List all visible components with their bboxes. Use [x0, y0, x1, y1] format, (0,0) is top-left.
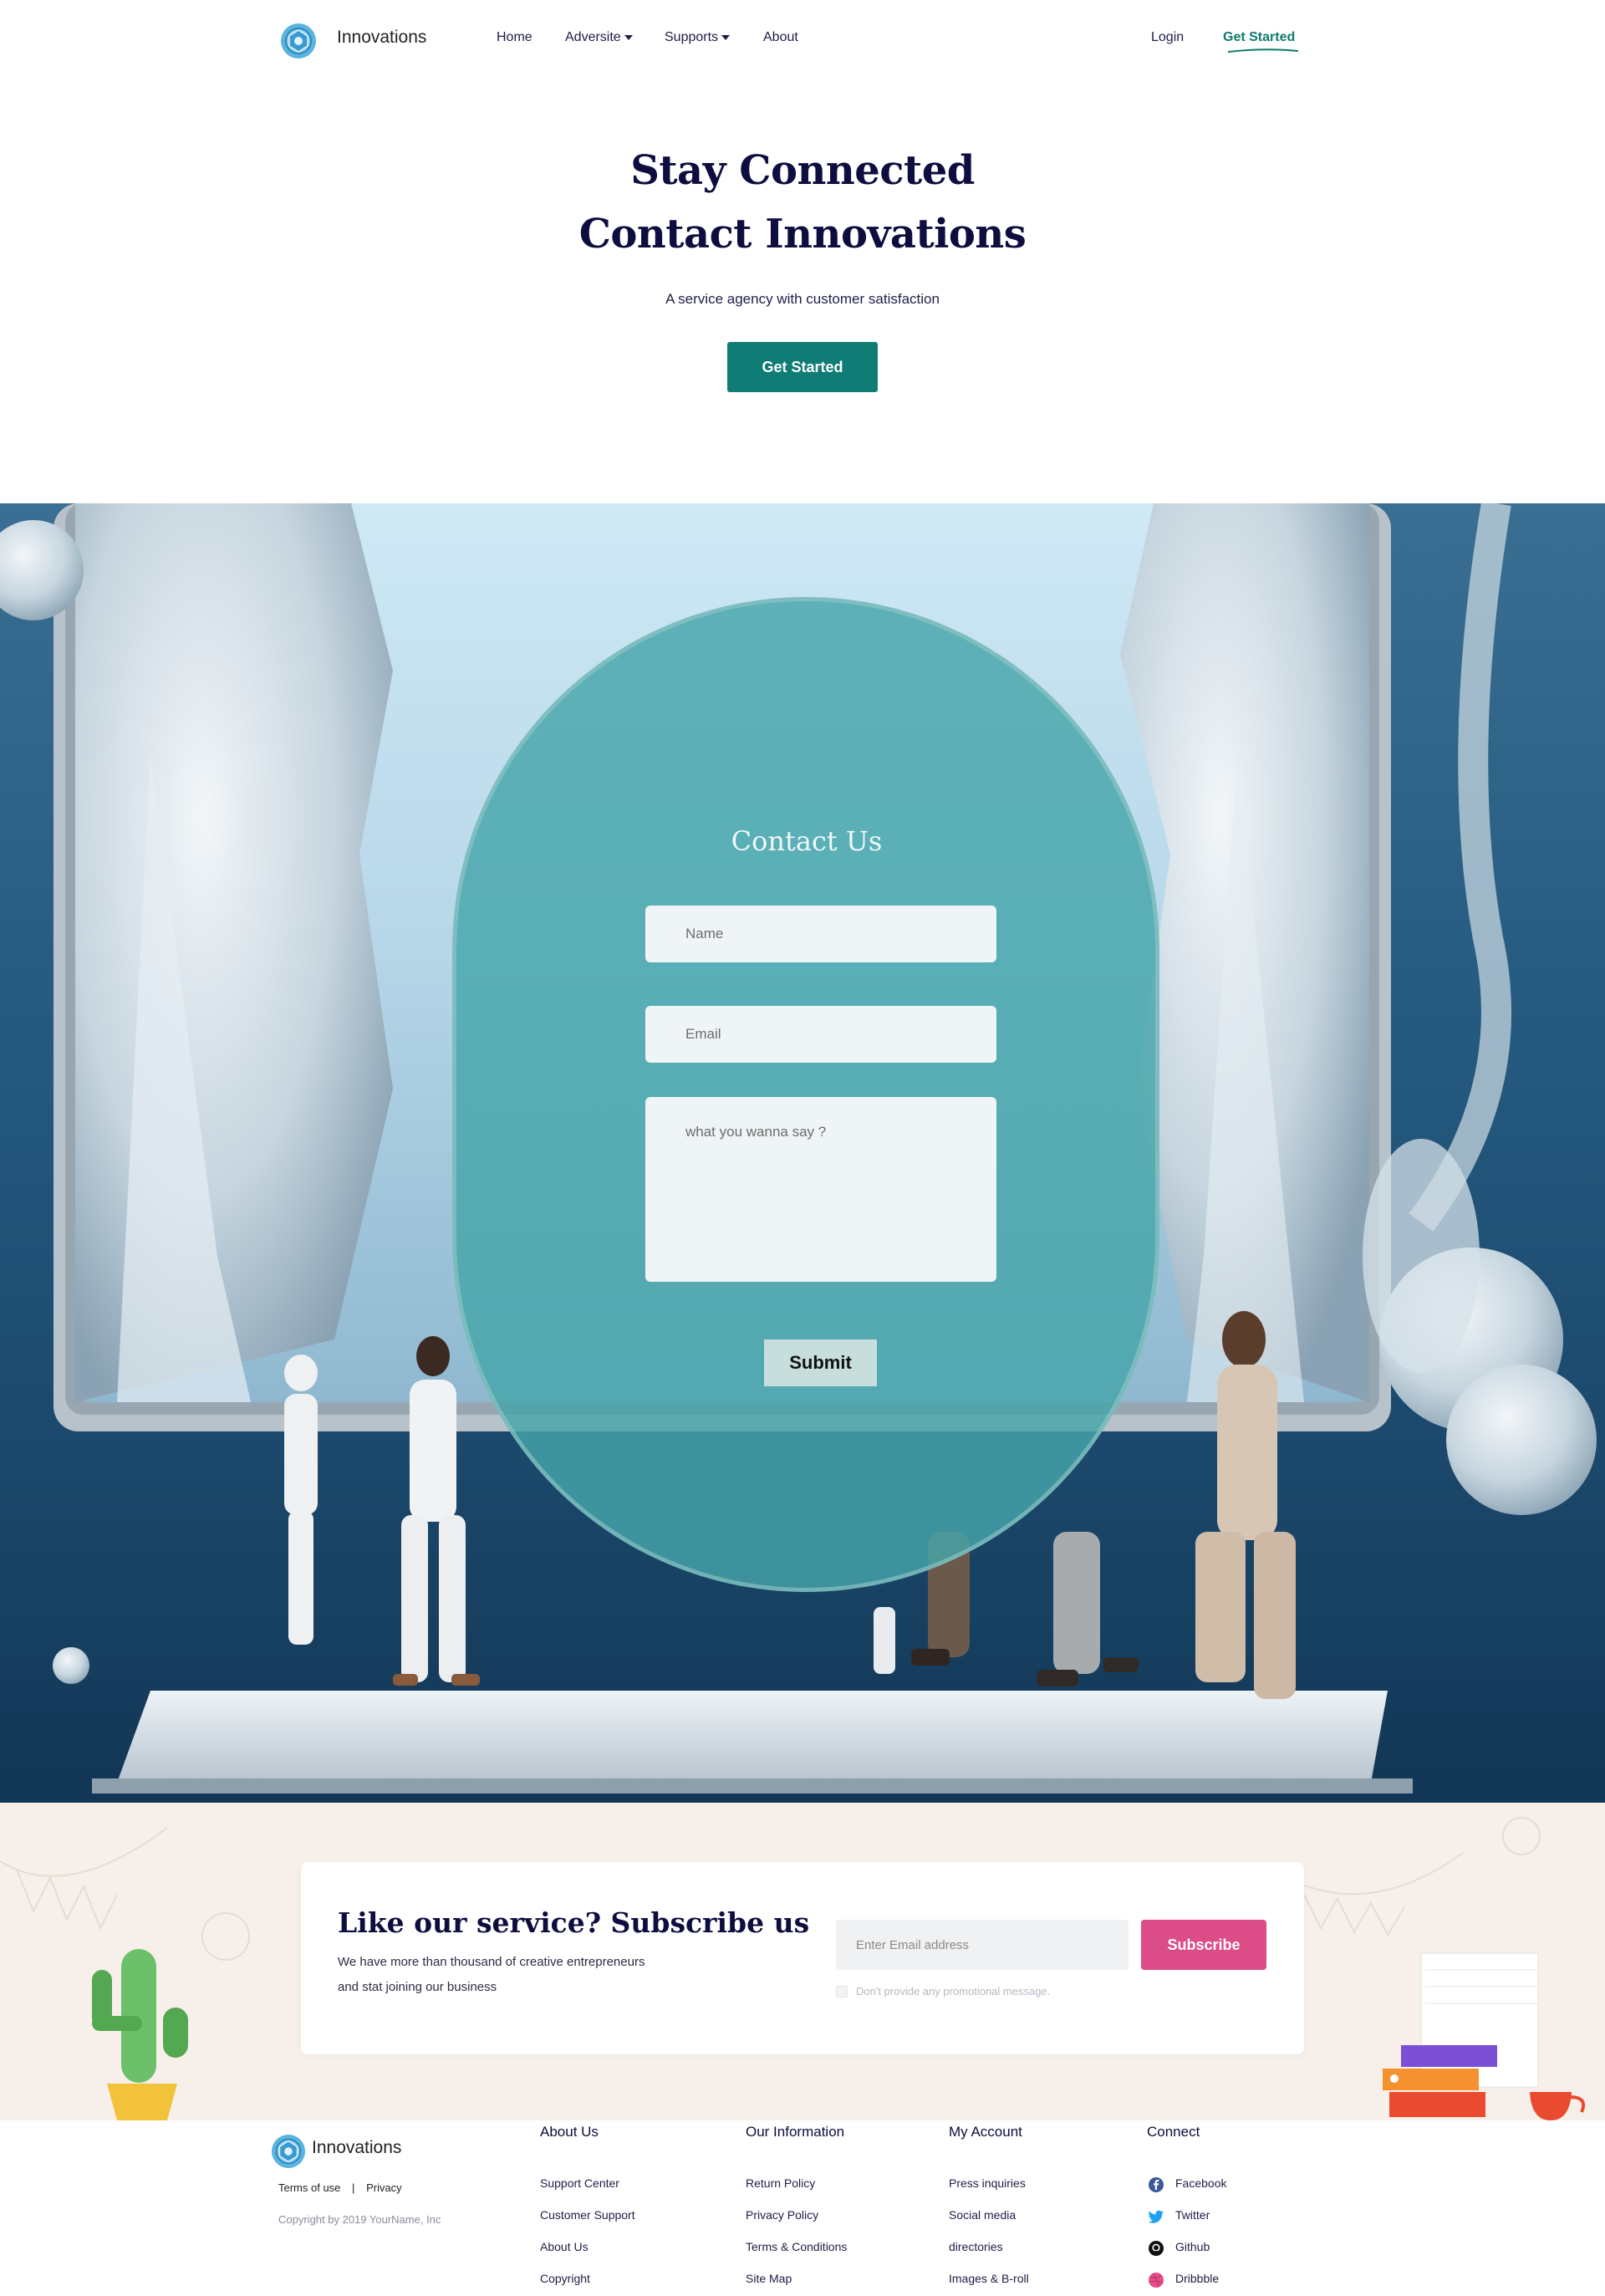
- footer-col-info-title: Our Information: [746, 2124, 845, 2140]
- footer-link-github[interactable]: Github: [1175, 2240, 1210, 2253]
- twitter-icon: [1148, 2210, 1164, 2223]
- footer-link-return-policy[interactable]: Return Policy: [746, 2176, 815, 2190]
- footer-link-privacy-policy[interactable]: Privacy Policy: [746, 2208, 818, 2222]
- nav-supports[interactable]: Supports: [665, 30, 731, 45]
- footer-copyright: Copyright by 2019 YourName, Inc: [278, 2213, 441, 2226]
- nav-adversite[interactable]: Adversite: [565, 30, 633, 45]
- email-field[interactable]: [645, 1006, 996, 1063]
- login-link[interactable]: Login: [1151, 30, 1184, 45]
- footer-legal-links: Terms of use | Privacy: [278, 2181, 402, 2194]
- footer-link-dribbble[interactable]: Dribbble: [1175, 2272, 1219, 2285]
- footer-link-copyright[interactable]: Copyright: [540, 2272, 590, 2285]
- footer-link-directories[interactable]: directories: [949, 2240, 1003, 2253]
- promo-opt-out-label: Don't provide any promotional message.: [856, 1985, 1051, 1998]
- footer-link-twitter[interactable]: Twitter: [1175, 2208, 1210, 2222]
- footer-link-images-broll[interactable]: Images & B-roll: [949, 2272, 1029, 2285]
- promo-opt-out-checkbox[interactable]: [836, 1986, 848, 1998]
- nav-about-label: About: [763, 30, 798, 44]
- subscribe-email-input[interactable]: [836, 1920, 1129, 1970]
- cactus-icon: [92, 1949, 188, 2120]
- subscribe-title: Like our service? Subscribe us: [338, 1906, 810, 1939]
- hero-subtitle: A service agency with customer satisfact…: [665, 291, 940, 307]
- underline-swoosh-icon: [1227, 48, 1299, 53]
- chevron-down-icon: [624, 34, 633, 40]
- top-nav: Innovations Home Adversite Supports Abou…: [0, 0, 1605, 75]
- facebook-icon: [1149, 2177, 1164, 2192]
- contact-form-panel: [452, 597, 1159, 1592]
- chevron-down-icon: [721, 34, 731, 40]
- nav-supports-label: Supports: [665, 30, 719, 44]
- footer-link-about-us[interactable]: About Us: [540, 2240, 588, 2253]
- name-field[interactable]: [645, 906, 996, 962]
- brand-name[interactable]: Innovations: [337, 28, 426, 48]
- nav-home[interactable]: Home: [497, 30, 532, 45]
- subscribe-desc-line-1: We have more than thousand of creative e…: [338, 1955, 645, 1969]
- contact-title: Contact Us: [731, 825, 883, 857]
- nav-about[interactable]: About: [763, 30, 798, 45]
- message-field[interactable]: [645, 1097, 996, 1282]
- subscribe-button[interactable]: Subscribe: [1141, 1920, 1266, 1970]
- dribbble-icon: [1149, 2273, 1164, 2288]
- submit-button[interactable]: Submit: [764, 1339, 877, 1386]
- footer-link-customer-support[interactable]: Customer Support: [540, 2208, 635, 2222]
- privacy-link[interactable]: Privacy: [366, 2181, 402, 2194]
- github-icon: [1149, 2241, 1164, 2256]
- nav-get-started-link[interactable]: Get Started: [1223, 30, 1295, 45]
- footer-brand-name[interactable]: Innovations: [312, 2138, 401, 2158]
- nav-adversite-label: Adversite: [565, 30, 621, 44]
- nav-home-label: Home: [497, 30, 532, 44]
- logo-icon[interactable]: [280, 23, 317, 59]
- books-icon: [1383, 1952, 1586, 2120]
- hero-get-started-button[interactable]: Get Started: [727, 342, 878, 392]
- footer-link-support-center[interactable]: Support Center: [540, 2176, 619, 2190]
- footer-link-site-map[interactable]: Site Map: [746, 2272, 792, 2285]
- footer-link-social-media[interactable]: Social media: [949, 2208, 1016, 2222]
- hero-title-line-2: Contact Innovations: [578, 211, 1027, 258]
- terms-of-use-link[interactable]: Terms of use: [278, 2181, 340, 2194]
- subscribe-desc-line-2: and stat joining our business: [338, 1980, 497, 1994]
- footer-logo-icon[interactable]: [271, 2134, 306, 2169]
- footer-col-connect-title: Connect: [1147, 2124, 1200, 2140]
- footer-col-account-title: My Account: [949, 2124, 1022, 2140]
- footer-link-facebook[interactable]: Facebook: [1175, 2176, 1226, 2190]
- footer-link-terms[interactable]: Terms & Conditions: [746, 2240, 847, 2253]
- footer-link-press-inquiries[interactable]: Press inquiries: [949, 2176, 1026, 2190]
- footer-col-about-title: About Us: [540, 2124, 599, 2140]
- legal-separator: |: [352, 2181, 355, 2194]
- hero-title-line-1: Stay Connected: [630, 147, 975, 194]
